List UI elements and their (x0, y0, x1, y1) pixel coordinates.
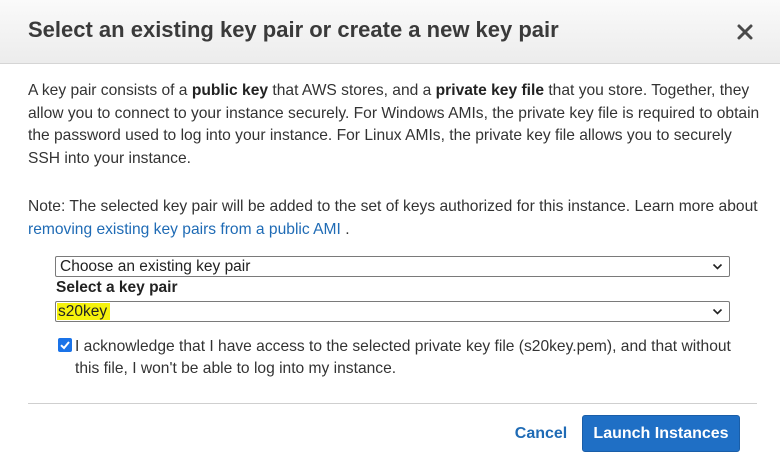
intro-text-2: that AWS stores, and a (268, 82, 436, 99)
dialog-header: Select an existing key pair or create a … (0, 0, 780, 64)
key-pair-mode-select[interactable]: Choose an existing key pair (55, 256, 730, 277)
intro-text-1: A key pair consists of a (28, 82, 192, 99)
intro-bold-public-key: public key (191, 82, 269, 99)
footer-divider (28, 403, 757, 404)
note-paragraph: Note: The selected key pair will be adde… (28, 196, 763, 241)
key-pair-select[interactable]: s20key (55, 301, 730, 322)
intro-bold-private-key-file: private key file (435, 82, 545, 99)
dialog-title: Select an existing key pair or create a … (28, 17, 559, 42)
checkmark-icon (60, 341, 70, 350)
note-text: Note: The selected key pair will be adde… (28, 198, 758, 215)
acknowledge-text: I acknowledge that I have access to the … (75, 338, 731, 377)
intro-paragraph: A key pair consists of a public key that… (28, 80, 763, 171)
acknowledge-checkbox[interactable] (58, 338, 72, 352)
note-end: . (340, 220, 350, 238)
chevron-down-icon (712, 308, 723, 315)
launch-instances-button[interactable]: Launch Instances (582, 415, 740, 452)
close-icon (737, 24, 753, 40)
close-button[interactable] (732, 19, 758, 45)
key-pair-value: s20key (57, 303, 111, 320)
chevron-down-icon (712, 263, 723, 270)
cancel-button[interactable]: Cancel (512, 422, 570, 446)
remove-key-pairs-link[interactable]: removing existing key pairs from a publi… (28, 221, 341, 238)
select-key-pair-label: Select a key pair (56, 279, 178, 296)
key-pair-mode-value: Choose an existing key pair (60, 258, 251, 275)
